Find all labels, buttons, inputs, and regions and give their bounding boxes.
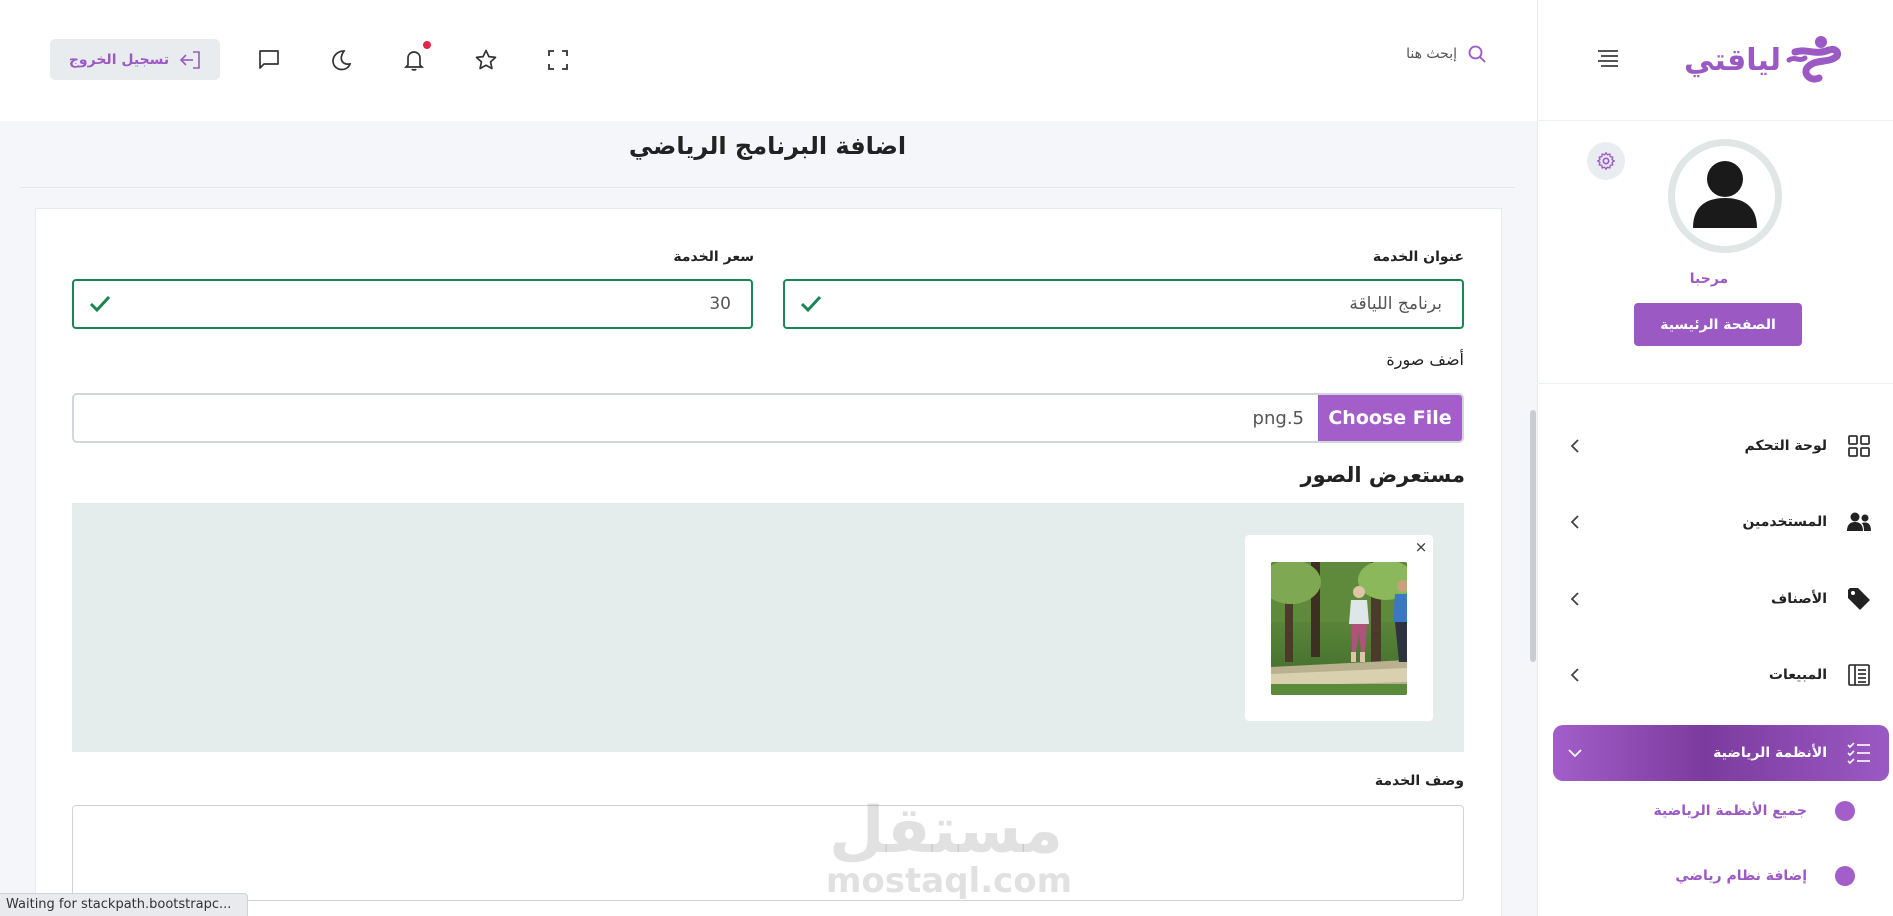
page-scrollbar[interactable] — [1530, 410, 1536, 662]
welcome-text: مرحبا — [1689, 271, 1729, 287]
logout-button[interactable]: تسجيل الخروج — [50, 39, 220, 80]
logout-label: تسجيل الخروج — [68, 51, 170, 68]
service-title-input[interactable] — [823, 294, 1442, 314]
search-box[interactable] — [1337, 44, 1487, 64]
star-icon[interactable] — [472, 46, 500, 74]
service-title-label: عنوان الخدمة — [1372, 249, 1464, 265]
sidebar-item-label: الأصناف — [1771, 591, 1827, 607]
browser-status-bar: Waiting for stackpath.bootstrapc... — [0, 893, 248, 916]
service-description-label: وصف الخدمة — [1374, 773, 1464, 789]
sidebar-item-sports-systems[interactable]: الأنظمة الرياضية — [1553, 725, 1889, 781]
service-description-input[interactable] — [72, 805, 1464, 901]
sidebar-item-label: الأنظمة الرياضية — [1713, 745, 1827, 761]
sidebar-item-users[interactable]: المستخدمين — [1553, 494, 1873, 550]
sales-icon — [1845, 661, 1873, 689]
image-viewer: × — [72, 503, 1464, 752]
bullet-dot-icon — [1835, 866, 1855, 886]
check-icon — [800, 295, 822, 313]
page-title: اضافة البرنامج الرياضي — [628, 132, 907, 160]
sidebar-item-dashboard[interactable]: لوحة التحكم — [1553, 418, 1873, 474]
message-icon[interactable] — [255, 46, 283, 74]
sidebar-subitem-add-system[interactable]: إضافة نظام رياضي — [1537, 856, 1893, 896]
user-avatar-icon — [1693, 161, 1757, 228]
chevron-left-icon — [1565, 512, 1585, 532]
sidebar-subitem-all-systems[interactable]: جميع الأنظمة الرياضية — [1537, 791, 1893, 831]
home-button[interactable]: الصفحة الرئيسية — [1634, 303, 1802, 346]
top-header: تسجيل الخروج — [0, 0, 1537, 121]
file-input[interactable]: Choose File 5.png — [72, 393, 1464, 443]
service-price-field[interactable] — [72, 279, 753, 329]
chevron-left-icon — [1565, 589, 1585, 609]
file-name: 5.png — [1252, 407, 1304, 429]
tag-icon — [1845, 585, 1873, 613]
add-image-label: أضف صورة — [1386, 350, 1464, 369]
check-icon — [89, 295, 111, 313]
list-check-icon — [1845, 739, 1873, 767]
service-price-input[interactable] — [112, 294, 731, 314]
menu-toggle-icon[interactable] — [1593, 46, 1623, 70]
chevron-left-icon — [1565, 665, 1585, 685]
chevron-left-icon — [1565, 436, 1585, 456]
brand-name: لياقتي — [1683, 42, 1781, 78]
divider — [20, 187, 1515, 188]
bell-icon[interactable] — [400, 41, 431, 74]
notification-badge — [423, 41, 431, 49]
sidebar-item-label: المبيعات — [1768, 667, 1827, 683]
search-icon[interactable] — [1467, 44, 1487, 64]
sidebar: لياقتي مرحبا الصفحة الرئيسية لوحة التحكم… — [1537, 0, 1893, 916]
sidebar-header: لياقتي — [1537, 0, 1893, 121]
uploaded-image-thumbnail — [1271, 562, 1407, 695]
dashboard-icon — [1845, 432, 1873, 460]
profile-section: مرحبا الصفحة الرئيسية — [1537, 121, 1893, 384]
brand-logo[interactable]: لياقتي — [1684, 34, 1841, 86]
sidebar-subitem-label: جميع الأنظمة الرياضية — [1653, 803, 1807, 819]
logout-icon — [179, 50, 201, 70]
sidebar-item-label: المستخدمين — [1742, 514, 1827, 530]
choose-file-button[interactable]: Choose File — [1318, 395, 1462, 441]
chevron-down-icon — [1565, 743, 1585, 763]
fullscreen-icon[interactable] — [544, 46, 572, 74]
sidebar-item-label: لوحة التحكم — [1744, 438, 1827, 454]
service-price-label: سعر الخدمة — [673, 249, 754, 265]
settings-button[interactable] — [1587, 142, 1625, 180]
gear-icon — [1597, 152, 1615, 170]
bullet-dot-icon — [1835, 801, 1855, 821]
sidebar-item-sales[interactable]: المبيعات — [1553, 647, 1873, 703]
service-title-field[interactable] — [783, 279, 1464, 329]
sidebar-subitem-label: إضافة نظام رياضي — [1675, 868, 1807, 884]
sidebar-item-categories[interactable]: الأصناف — [1553, 571, 1873, 627]
image-viewer-title: مستعرض الصور — [1300, 463, 1465, 487]
avatar — [1668, 139, 1782, 253]
moon-icon[interactable] — [327, 46, 355, 74]
logo-mark-icon — [1786, 36, 1841, 83]
remove-image-button[interactable]: × — [1411, 537, 1431, 557]
users-icon — [1845, 508, 1873, 536]
image-thumbnail-card: × — [1245, 535, 1433, 721]
search-input[interactable] — [1337, 46, 1457, 62]
